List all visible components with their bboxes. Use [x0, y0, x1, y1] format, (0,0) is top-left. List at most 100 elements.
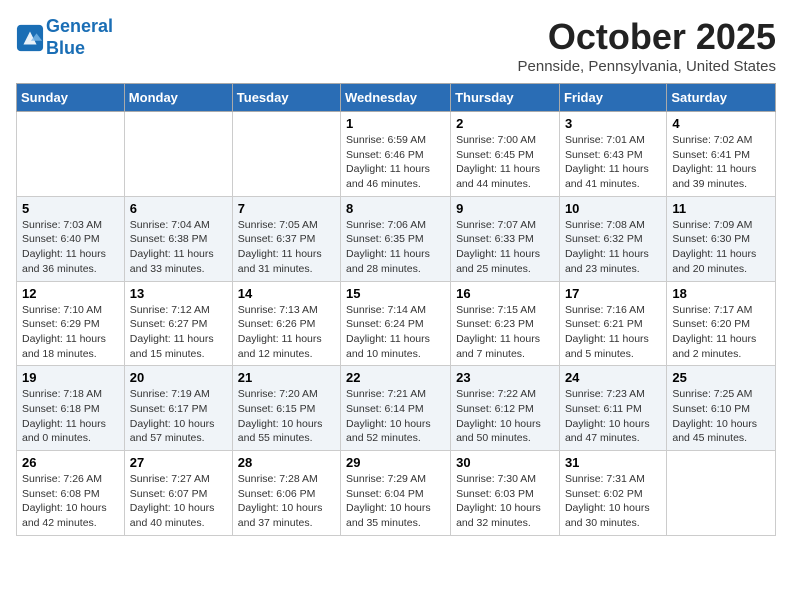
day-number: 5	[22, 201, 119, 216]
calendar-week-row: 26Sunrise: 7:26 AM Sunset: 6:08 PM Dayli…	[17, 451, 776, 536]
day-info: Sunrise: 7:29 AM Sunset: 6:04 PM Dayligh…	[346, 472, 445, 531]
calendar-cell: 4 Sunrise: 7:02 AM Sunset: 6:41 PM Daylig…	[667, 112, 776, 197]
calendar-cell: 23 Sunrise: 7:22 AM Sunset: 6:12 PM Dayli…	[451, 366, 560, 451]
day-info: Sunrise: 7:15 AM Sunset: 6:23 PM Dayligh…	[456, 303, 554, 362]
calendar-cell	[232, 112, 340, 197]
day-info: Sunrise: 7:13 AM Sunset: 6:26 PM Dayligh…	[238, 303, 335, 362]
calendar-cell: 9Sunrise: 7:07 AM Sunset: 6:33 PM Daylig…	[451, 196, 560, 281]
day-number: 21	[238, 370, 335, 385]
calendar-week-row: 19Sunrise: 7:18 AM Sunset: 6:18 PM Dayli…	[17, 366, 776, 451]
calendar-cell	[124, 112, 232, 197]
day-info: Sunrise: 7:28 AM Sunset: 6:06 PM Dayligh…	[238, 472, 335, 531]
day-number: 27	[130, 455, 227, 470]
calendar-cell: 20 Sunrise: 7:19 AM Sunset: 6:17 PM Dayli…	[124, 366, 232, 451]
header-wednesday: Wednesday	[341, 84, 451, 112]
day-number: 7	[238, 201, 335, 216]
logo-line1: General	[46, 16, 113, 36]
day-number: 11	[672, 201, 770, 216]
day-info: Sunrise: 7:16 AM Sunset: 6:21 PM Dayligh…	[565, 303, 661, 362]
day-info: Sunrise: 7:23 AM Sunset: 6:11 PM Dayligh…	[565, 387, 661, 446]
day-info: Sunrise: 7:27 AM Sunset: 6:07 PM Dayligh…	[130, 472, 227, 531]
day-number: 13	[130, 286, 227, 301]
day-number: 10	[565, 201, 661, 216]
calendar-cell: 16Sunrise: 7:15 AM Sunset: 6:23 PM Dayli…	[451, 281, 560, 366]
calendar-table: SundayMondayTuesdayWednesdayThursdayFrid…	[16, 83, 776, 536]
calendar-week-row: 1 Sunrise: 6:59 AM Sunset: 6:46 PM Daylig…	[17, 112, 776, 197]
day-number: 14	[238, 286, 335, 301]
calendar-cell: 21Sunrise: 7:20 AM Sunset: 6:15 PM Dayli…	[232, 366, 340, 451]
calendar-cell: 12 Sunrise: 7:10 AM Sunset: 6:29 PM Dayli…	[17, 281, 125, 366]
day-info: Sunrise: 7:22 AM Sunset: 6:12 PM Dayligh…	[456, 387, 554, 446]
calendar-cell: 17 Sunrise: 7:16 AM Sunset: 6:21 PM Dayli…	[559, 281, 666, 366]
header-friday: Friday	[559, 84, 666, 112]
day-info: Sunrise: 7:04 AM Sunset: 6:38 PM Dayligh…	[130, 218, 227, 277]
calendar-cell: 3Sunrise: 7:01 AM Sunset: 6:43 PM Daylig…	[559, 112, 666, 197]
calendar-cell: 30 Sunrise: 7:30 AM Sunset: 6:03 PM Dayli…	[451, 451, 560, 536]
calendar-cell: 19Sunrise: 7:18 AM Sunset: 6:18 PM Dayli…	[17, 366, 125, 451]
calendar-cell: 13 Sunrise: 7:12 AM Sunset: 6:27 PM Dayli…	[124, 281, 232, 366]
header-sunday: Sunday	[17, 84, 125, 112]
day-number: 1	[346, 116, 445, 131]
calendar-header-row: SundayMondayTuesdayWednesdayThursdayFrid…	[17, 84, 776, 112]
calendar-cell: 27 Sunrise: 7:27 AM Sunset: 6:07 PM Dayli…	[124, 451, 232, 536]
day-info: Sunrise: 6:59 AM Sunset: 6:46 PM Dayligh…	[346, 133, 445, 192]
day-info: Sunrise: 7:02 AM Sunset: 6:41 PM Dayligh…	[672, 133, 770, 192]
logo-icon	[16, 24, 44, 52]
day-number: 25	[672, 370, 770, 385]
day-info: Sunrise: 7:08 AM Sunset: 6:32 PM Dayligh…	[565, 218, 661, 277]
title-block: October 2025 Pennside, Pennsylvania, Uni…	[518, 16, 777, 75]
day-info: Sunrise: 7:03 AM Sunset: 6:40 PM Dayligh…	[22, 218, 119, 277]
logo-line2: Blue	[46, 38, 85, 58]
header-monday: Monday	[124, 84, 232, 112]
day-number: 4	[672, 116, 770, 131]
day-number: 20	[130, 370, 227, 385]
calendar-cell: 28 Sunrise: 7:28 AM Sunset: 6:06 PM Dayli…	[232, 451, 340, 536]
day-number: 28	[238, 455, 335, 470]
day-info: Sunrise: 7:01 AM Sunset: 6:43 PM Dayligh…	[565, 133, 661, 192]
calendar-cell: 10 Sunrise: 7:08 AM Sunset: 6:32 PM Dayli…	[559, 196, 666, 281]
day-number: 24	[565, 370, 661, 385]
day-info: Sunrise: 7:25 AM Sunset: 6:10 PM Dayligh…	[672, 387, 770, 446]
calendar-cell: 26Sunrise: 7:26 AM Sunset: 6:08 PM Dayli…	[17, 451, 125, 536]
day-info: Sunrise: 7:10 AM Sunset: 6:29 PM Dayligh…	[22, 303, 119, 362]
logo-text: General Blue	[46, 16, 113, 59]
day-info: Sunrise: 7:30 AM Sunset: 6:03 PM Dayligh…	[456, 472, 554, 531]
day-info: Sunrise: 7:19 AM Sunset: 6:17 PM Dayligh…	[130, 387, 227, 446]
day-info: Sunrise: 7:14 AM Sunset: 6:24 PM Dayligh…	[346, 303, 445, 362]
day-info: Sunrise: 7:06 AM Sunset: 6:35 PM Dayligh…	[346, 218, 445, 277]
calendar-cell: 15 Sunrise: 7:14 AM Sunset: 6:24 PM Dayli…	[341, 281, 451, 366]
header-saturday: Saturday	[667, 84, 776, 112]
day-info: Sunrise: 7:05 AM Sunset: 6:37 PM Dayligh…	[238, 218, 335, 277]
day-number: 19	[22, 370, 119, 385]
day-info: Sunrise: 7:00 AM Sunset: 6:45 PM Dayligh…	[456, 133, 554, 192]
day-info: Sunrise: 7:12 AM Sunset: 6:27 PM Dayligh…	[130, 303, 227, 362]
calendar-cell: 14 Sunrise: 7:13 AM Sunset: 6:26 PM Dayli…	[232, 281, 340, 366]
calendar-cell: 8 Sunrise: 7:06 AM Sunset: 6:35 PM Daylig…	[341, 196, 451, 281]
day-number: 29	[346, 455, 445, 470]
page-header: General Blue October 2025 Pennside, Penn…	[16, 16, 776, 75]
day-info: Sunrise: 7:09 AM Sunset: 6:30 PM Dayligh…	[672, 218, 770, 277]
calendar-week-row: 5 Sunrise: 7:03 AM Sunset: 6:40 PM Daylig…	[17, 196, 776, 281]
logo: General Blue	[16, 16, 113, 59]
header-tuesday: Tuesday	[232, 84, 340, 112]
day-number: 30	[456, 455, 554, 470]
day-number: 6	[130, 201, 227, 216]
day-number: 31	[565, 455, 661, 470]
calendar-cell: 29 Sunrise: 7:29 AM Sunset: 6:04 PM Dayli…	[341, 451, 451, 536]
calendar-cell	[667, 451, 776, 536]
calendar-cell: 11 Sunrise: 7:09 AM Sunset: 6:30 PM Dayli…	[667, 196, 776, 281]
day-info: Sunrise: 7:31 AM Sunset: 6:02 PM Dayligh…	[565, 472, 661, 531]
calendar-week-row: 12 Sunrise: 7:10 AM Sunset: 6:29 PM Dayli…	[17, 281, 776, 366]
day-number: 12	[22, 286, 119, 301]
calendar-cell: 31 Sunrise: 7:31 AM Sunset: 6:02 PM Dayli…	[559, 451, 666, 536]
day-info: Sunrise: 7:17 AM Sunset: 6:20 PM Dayligh…	[672, 303, 770, 362]
calendar-cell: 6 Sunrise: 7:04 AM Sunset: 6:38 PM Daylig…	[124, 196, 232, 281]
day-number: 23	[456, 370, 554, 385]
day-number: 17	[565, 286, 661, 301]
calendar-cell: 5 Sunrise: 7:03 AM Sunset: 6:40 PM Daylig…	[17, 196, 125, 281]
day-number: 15	[346, 286, 445, 301]
month-title: October 2025	[518, 16, 777, 58]
calendar-cell	[17, 112, 125, 197]
day-number: 8	[346, 201, 445, 216]
day-number: 22	[346, 370, 445, 385]
